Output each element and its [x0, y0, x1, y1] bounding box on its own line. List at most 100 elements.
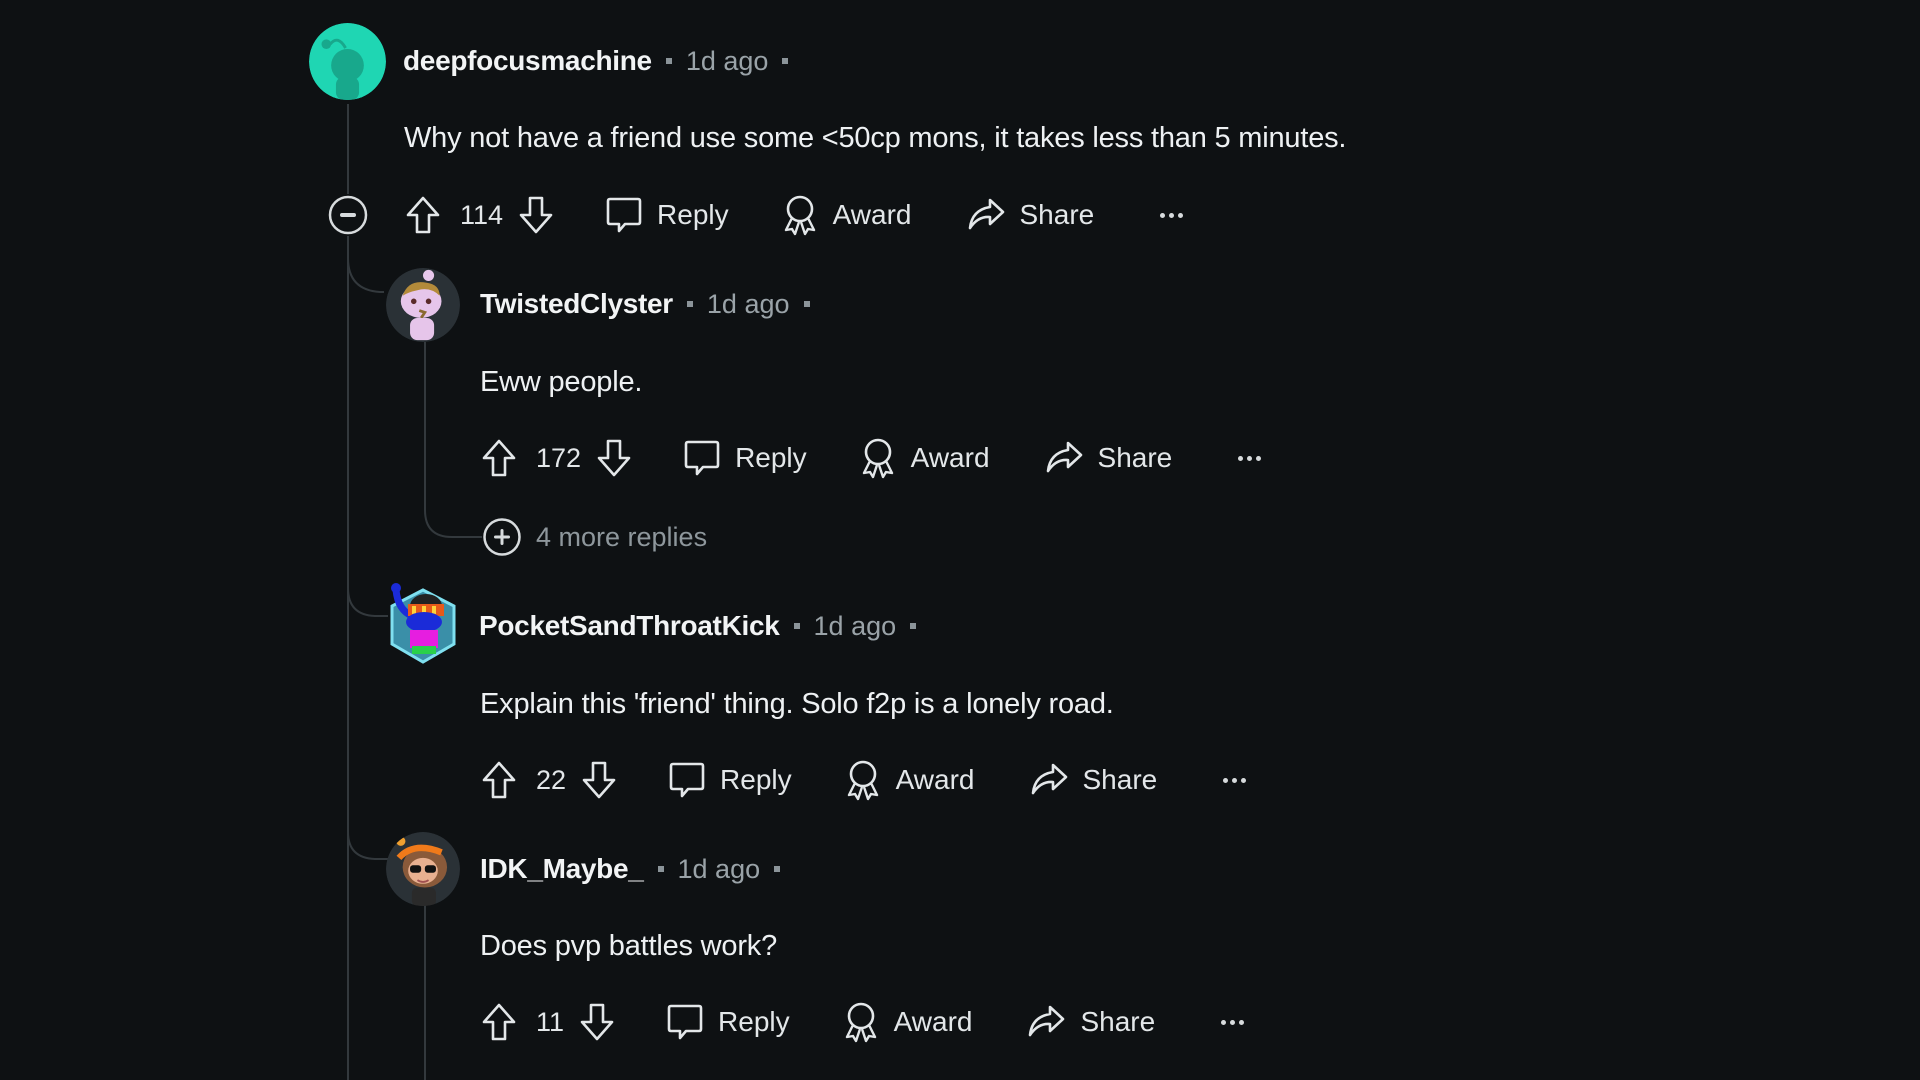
reply-button[interactable]: Reply — [668, 760, 792, 800]
avatar-twistedclyster[interactable] — [386, 268, 460, 342]
separator-dot — [774, 866, 781, 872]
share-label: Share — [1082, 764, 1158, 795]
avatar-deepfocusmachine[interactable] — [309, 23, 386, 100]
comment-meta: IDK_Maybe_ 1d ago — [480, 849, 794, 889]
vote-count: 114 — [460, 199, 504, 230]
more-options-button[interactable] — [1154, 207, 1189, 224]
award-label: Award — [832, 199, 912, 230]
thread-branch-2 — [347, 587, 388, 617]
award-icon — [784, 195, 815, 236]
reply-button[interactable]: Reply — [666, 1002, 790, 1042]
share-button[interactable]: Share — [1026, 1002, 1155, 1042]
more-options-button[interactable] — [1232, 450, 1267, 467]
downvote-button[interactable] — [578, 1002, 616, 1042]
timestamp[interactable]: 1d ago — [814, 611, 897, 642]
ellipsis-icon — [1160, 212, 1166, 218]
timestamp[interactable]: 1d ago — [686, 46, 769, 77]
username[interactable]: PocketSandThroatKick — [479, 610, 780, 642]
comment-body: Does pvp battles work? — [480, 930, 778, 962]
reply-comment-icon — [684, 440, 720, 476]
upvote-icon — [406, 196, 440, 234]
comment-body: Explain this 'friend' thing. Solo f2p is… — [480, 688, 1114, 720]
share-button[interactable]: Share — [966, 195, 1095, 235]
avatar-idk-maybe[interactable] — [386, 832, 460, 906]
ellipsis-dot — [1178, 212, 1184, 218]
reply-button[interactable]: Reply — [683, 438, 807, 478]
ellipsis-dot — [1230, 1019, 1236, 1025]
award-button[interactable]: Award — [781, 194, 912, 236]
reply-label: Reply — [718, 1006, 790, 1037]
reply-button[interactable]: Reply — [605, 195, 729, 235]
reply-comment-icon — [669, 762, 705, 798]
downvote-button[interactable] — [580, 760, 618, 800]
action-row: 11 Reply Award Share — [480, 998, 1250, 1046]
downvote-button[interactable] — [595, 438, 633, 478]
reply-comment-icon — [606, 197, 642, 233]
ellipsis-icon — [1221, 1019, 1227, 1025]
ellipsis-dot — [1239, 1019, 1245, 1025]
award-icon — [847, 760, 878, 801]
upvote-icon — [482, 761, 516, 799]
downvote-button[interactable] — [517, 195, 555, 235]
collapse-button[interactable] — [327, 194, 369, 236]
upvote-button[interactable] — [480, 760, 518, 800]
upvote-button[interactable] — [480, 438, 518, 478]
more-replies-button[interactable]: 4 more replies — [482, 517, 707, 557]
more-options-button[interactable] — [1217, 772, 1252, 789]
reply-label: Reply — [657, 199, 729, 230]
award-button[interactable]: Award — [859, 437, 990, 479]
ellipsis-dot — [1232, 777, 1238, 783]
award-icon — [862, 438, 893, 479]
ellipsis-dot — [1247, 455, 1253, 461]
separator-dot — [793, 623, 800, 629]
timestamp[interactable]: 1d ago — [678, 854, 761, 885]
ellipsis-dot — [1169, 212, 1175, 218]
more-replies-label: 4 more replies — [536, 521, 708, 552]
reply-comment-icon — [667, 1004, 703, 1040]
award-label: Award — [895, 764, 975, 795]
ellipsis-dot — [1241, 777, 1247, 783]
separator-dot — [657, 866, 664, 872]
thread-branch-1 — [347, 257, 384, 293]
ellipsis-icon — [1223, 777, 1229, 783]
expand-plus-icon — [483, 518, 521, 556]
vote-count: 22 — [536, 764, 567, 795]
username[interactable]: TwistedClyster — [480, 288, 673, 320]
ellipsis-dot — [1256, 455, 1262, 461]
comment-meta: PocketSandThroatKick 1d ago — [479, 606, 930, 646]
vote-count: 172 — [536, 442, 582, 473]
action-row: 114 Reply Award Share — [404, 191, 1189, 239]
collapse-minus-icon — [328, 195, 368, 235]
action-row: 22 Reply Award Share — [480, 756, 1252, 804]
comment-body: Eww people. — [480, 366, 643, 398]
award-icon — [845, 1002, 876, 1043]
separator-dot — [803, 301, 810, 307]
share-icon — [1046, 441, 1082, 473]
award-button[interactable]: Award — [842, 1001, 973, 1043]
award-label: Award — [893, 1006, 973, 1037]
award-button[interactable]: Award — [844, 759, 975, 801]
upvote-button[interactable] — [480, 1002, 518, 1042]
downvote-icon — [519, 196, 553, 234]
share-icon — [968, 198, 1004, 230]
vote-count: 11 — [536, 1006, 565, 1037]
share-icon — [1029, 1005, 1065, 1037]
separator-dot — [665, 58, 672, 64]
more-options-button[interactable] — [1215, 1014, 1250, 1031]
timestamp[interactable]: 1d ago — [707, 289, 790, 320]
award-label: Award — [910, 442, 990, 473]
thread-lines — [347, 104, 482, 1080]
username[interactable]: deepfocusmachine — [403, 45, 652, 77]
upvote-button[interactable] — [404, 195, 442, 235]
username[interactable]: IDK_Maybe_ — [480, 853, 644, 885]
share-label: Share — [1019, 199, 1095, 230]
avatar-pocketsandthroatkick[interactable] — [386, 580, 460, 666]
action-row: 172 Reply Award Share — [480, 434, 1267, 482]
share-button[interactable]: Share — [1044, 438, 1173, 478]
ellipsis-icon — [1238, 455, 1244, 461]
thread-line-sub-1 — [424, 342, 482, 538]
reply-label: Reply — [720, 764, 792, 795]
share-button[interactable]: Share — [1029, 760, 1158, 800]
share-label: Share — [1097, 442, 1173, 473]
separator-dot — [910, 623, 917, 629]
